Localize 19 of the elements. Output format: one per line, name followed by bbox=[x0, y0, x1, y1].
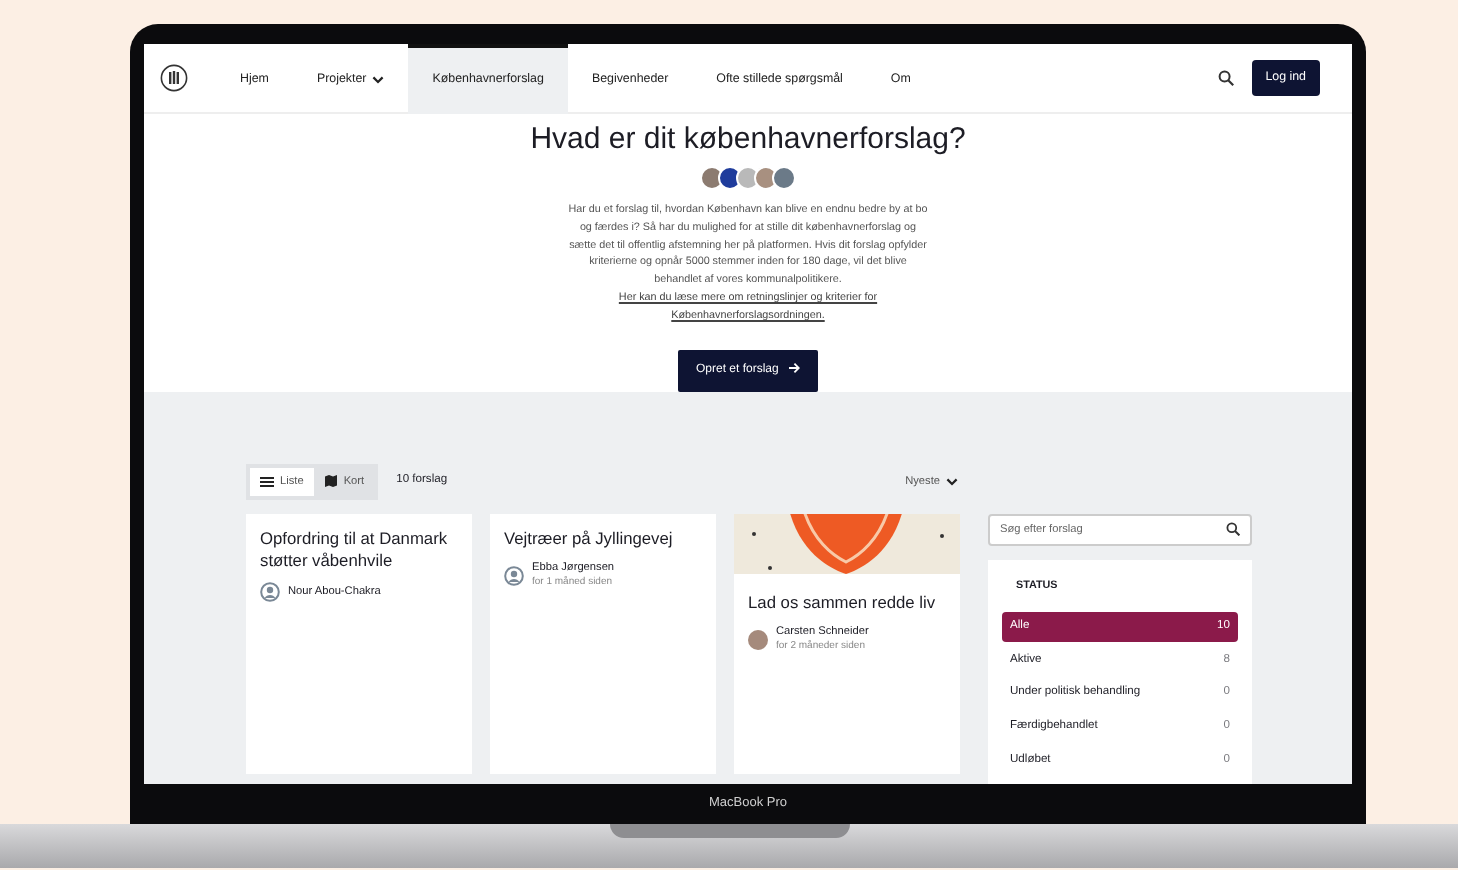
search-icon bbox=[1226, 522, 1240, 537]
card-title: Opfordring til at Danmark støtter våbenhvile bbox=[260, 527, 450, 572]
arrow-right-icon bbox=[788, 362, 801, 374]
search-icon bbox=[1217, 70, 1234, 86]
map-icon bbox=[323, 474, 338, 489]
list-icon bbox=[260, 475, 274, 488]
avatar bbox=[772, 166, 796, 190]
avatar bbox=[754, 166, 778, 190]
avatar bbox=[700, 166, 724, 190]
user-icon bbox=[504, 565, 524, 586]
card-title: Lad os sammen redde liv bbox=[748, 591, 938, 614]
avatar bbox=[736, 166, 760, 190]
avatar bbox=[718, 166, 742, 190]
chevron-down-icon bbox=[946, 477, 958, 486]
avatar bbox=[748, 629, 768, 650]
user-icon bbox=[260, 581, 280, 602]
page-title: Hvad er dit københavnerforslag? bbox=[528, 122, 968, 158]
logo-icon bbox=[160, 64, 188, 92]
card-title: Vejtræer på Jyllingevej bbox=[504, 527, 675, 550]
